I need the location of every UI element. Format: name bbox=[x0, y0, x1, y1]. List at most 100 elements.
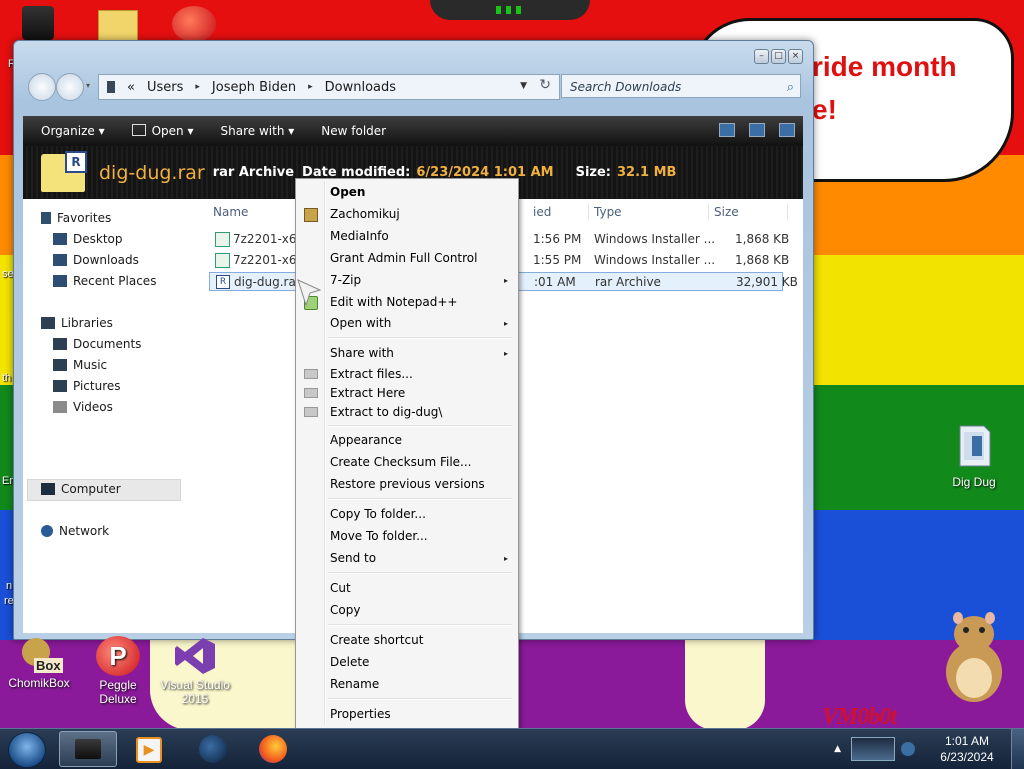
menu-item-share-with[interactable]: Share with bbox=[330, 346, 394, 360]
menu-item-delete[interactable]: Delete bbox=[330, 655, 369, 669]
nav-libraries[interactable]: Libraries bbox=[41, 316, 113, 330]
menu-item-rename[interactable]: Rename bbox=[330, 677, 379, 691]
menu-item-extract-to[interactable]: Extract to dig-dug\ bbox=[330, 405, 442, 419]
desktop-icon-partial[interactable] bbox=[22, 6, 54, 40]
desktop-icon-partial[interactable] bbox=[98, 10, 138, 42]
minimize-button[interactable]: – bbox=[754, 49, 769, 64]
preview-pane-icon[interactable] bbox=[749, 123, 765, 137]
search-input[interactable]: Search Downloads ⌕ bbox=[561, 74, 801, 98]
change-view-icon[interactable] bbox=[719, 123, 735, 137]
show-desktop-button[interactable] bbox=[1011, 729, 1024, 769]
breadcrumb-users[interactable]: Users bbox=[147, 80, 183, 95]
taskbar-media-player-button[interactable]: ▶ bbox=[120, 731, 178, 767]
help-icon[interactable] bbox=[779, 123, 795, 137]
column-header-name[interactable]: Name bbox=[213, 205, 248, 219]
nav-network[interactable]: Network bbox=[41, 524, 109, 538]
computer-icon bbox=[41, 483, 55, 495]
maximize-button[interactable]: □ bbox=[771, 49, 786, 64]
desktop-icon-dig-dug[interactable]: Dig Dug bbox=[944, 420, 1004, 489]
address-dropdown-icon[interactable]: ▼ bbox=[520, 81, 527, 91]
chevron-right-icon[interactable]: ▸ bbox=[308, 82, 313, 92]
refresh-icon[interactable]: ↻ bbox=[539, 77, 551, 93]
column-header-type[interactable]: Type bbox=[594, 205, 622, 219]
menu-item-notepad[interactable]: Edit with Notepad++ bbox=[330, 295, 457, 309]
taskbar-globe-button[interactable] bbox=[184, 731, 242, 767]
share-with-button[interactable]: Share with ▾ bbox=[203, 124, 304, 138]
breadcrumb-downloads[interactable]: Downloads bbox=[325, 80, 396, 95]
desktop-icon-visual-studio[interactable]: Visual Studio 2015 bbox=[156, 636, 234, 706]
nav-desktop[interactable]: Desktop bbox=[53, 232, 123, 246]
menu-item-create-shortcut[interactable]: Create shortcut bbox=[330, 633, 423, 647]
rar-archive-icon: R bbox=[41, 150, 87, 192]
nav-documents[interactable]: Documents bbox=[53, 337, 141, 351]
clock-date: 6/23/2024 bbox=[940, 750, 994, 764]
menu-item-move-to-folder[interactable]: Move To folder... bbox=[330, 529, 428, 543]
documents-icon bbox=[53, 338, 67, 350]
menu-item-extract-files[interactable]: Extract files... bbox=[330, 367, 413, 381]
column-header-size[interactable]: Size bbox=[714, 205, 739, 219]
column-separator[interactable] bbox=[588, 203, 589, 221]
taskbar-firefox-button[interactable] bbox=[244, 731, 302, 767]
taskbar-explorer-button[interactable] bbox=[59, 731, 117, 767]
menu-item-7zip[interactable]: 7-Zip bbox=[330, 273, 361, 287]
chevron-right-icon[interactable]: ▸ bbox=[195, 82, 200, 92]
recent-places-icon bbox=[53, 275, 67, 287]
open-button[interactable]: Open ▾ bbox=[114, 124, 203, 138]
menu-item-properties[interactable]: Properties bbox=[330, 707, 391, 721]
menu-item-mediainfo[interactable]: MediaInfo bbox=[330, 229, 389, 243]
submenu-arrow-icon: ▸ bbox=[503, 349, 508, 358]
nav-computer[interactable]: Computer bbox=[41, 482, 121, 496]
column-header-date[interactable]: ied bbox=[533, 205, 551, 219]
menu-item-extract-here[interactable]: Extract Here bbox=[330, 386, 405, 400]
chomikbox-icon: Box bbox=[16, 636, 63, 674]
file-type: Windows Installer ... bbox=[594, 232, 716, 246]
chomik-icon bbox=[304, 208, 318, 222]
navigation-pane: Favorites Desktop Downloads Recent Place… bbox=[23, 199, 191, 633]
installer-icon bbox=[215, 232, 230, 247]
globe-icon bbox=[199, 735, 227, 763]
folder-document-icon bbox=[944, 420, 1004, 473]
firefox-icon bbox=[259, 735, 287, 763]
menu-item-cut[interactable]: Cut bbox=[330, 581, 351, 595]
nav-recent-places[interactable]: Recent Places bbox=[53, 274, 156, 288]
menu-item-appearance[interactable]: Appearance bbox=[330, 433, 402, 447]
nav-videos[interactable]: Videos bbox=[53, 400, 113, 414]
breadcrumb-overflow[interactable]: « bbox=[127, 80, 135, 95]
menu-item-send-to[interactable]: Send to bbox=[330, 551, 376, 565]
network-tray-icon[interactable] bbox=[901, 742, 915, 756]
column-separator[interactable] bbox=[787, 203, 788, 221]
organize-button[interactable]: Organize ▾ bbox=[23, 124, 114, 138]
recent-pages-dropdown[interactable]: ▾ bbox=[86, 81, 90, 90]
breadcrumb-joseph-biden[interactable]: Joseph Biden bbox=[212, 80, 296, 95]
close-button[interactable]: × bbox=[788, 49, 803, 64]
menu-item-grant-admin[interactable]: Grant Admin Full Control bbox=[330, 251, 477, 265]
menu-item-open[interactable]: Open bbox=[330, 185, 365, 199]
menu-item-create-checksum[interactable]: Create Checksum File... bbox=[330, 455, 472, 469]
nav-music[interactable]: Music bbox=[53, 358, 107, 372]
desktop-icon-chomikbox[interactable]: Box ChomikBox bbox=[6, 636, 72, 690]
tray-app-icon[interactable] bbox=[851, 737, 895, 761]
nav-favorites[interactable]: Favorites bbox=[41, 211, 111, 225]
nav-downloads[interactable]: Downloads bbox=[53, 253, 139, 267]
start-button[interactable] bbox=[8, 732, 46, 768]
menu-item-copy-to-folder[interactable]: Copy To folder... bbox=[330, 507, 426, 521]
hamster-image bbox=[946, 612, 1002, 702]
show-hidden-icons-button[interactable]: ▲ bbox=[834, 744, 841, 754]
clock[interactable]: 1:01 AM 6/23/2024 bbox=[923, 733, 1011, 765]
forward-button[interactable] bbox=[56, 73, 84, 101]
menu-item-zachomikuj[interactable]: Zachomikuj bbox=[330, 207, 400, 221]
nav-pictures[interactable]: Pictures bbox=[53, 379, 121, 393]
new-folder-button[interactable]: New folder bbox=[303, 124, 395, 138]
menu-item-open-with[interactable]: Open with bbox=[330, 316, 391, 330]
desktop-icon-peggle[interactable]: P Peggle Deluxe bbox=[80, 636, 156, 706]
column-separator[interactable] bbox=[708, 203, 709, 221]
menu-item-copy[interactable]: Copy bbox=[330, 603, 360, 617]
menu-item-restore-versions[interactable]: Restore previous versions bbox=[330, 477, 485, 491]
command-bar: Organize ▾ Open ▾ Share with ▾ New folde… bbox=[23, 116, 803, 146]
file-date: :01 AM bbox=[534, 275, 576, 289]
desktop-icon-label: Visual Studio 2015 bbox=[160, 678, 230, 706]
desktop-icon-partial[interactable] bbox=[172, 6, 216, 42]
address-bar[interactable]: « Users ▸ Joseph Biden ▸ Downloads ▼ ↻ bbox=[98, 74, 560, 100]
back-button[interactable] bbox=[28, 73, 56, 101]
search-icon[interactable]: ⌕ bbox=[787, 76, 794, 100]
